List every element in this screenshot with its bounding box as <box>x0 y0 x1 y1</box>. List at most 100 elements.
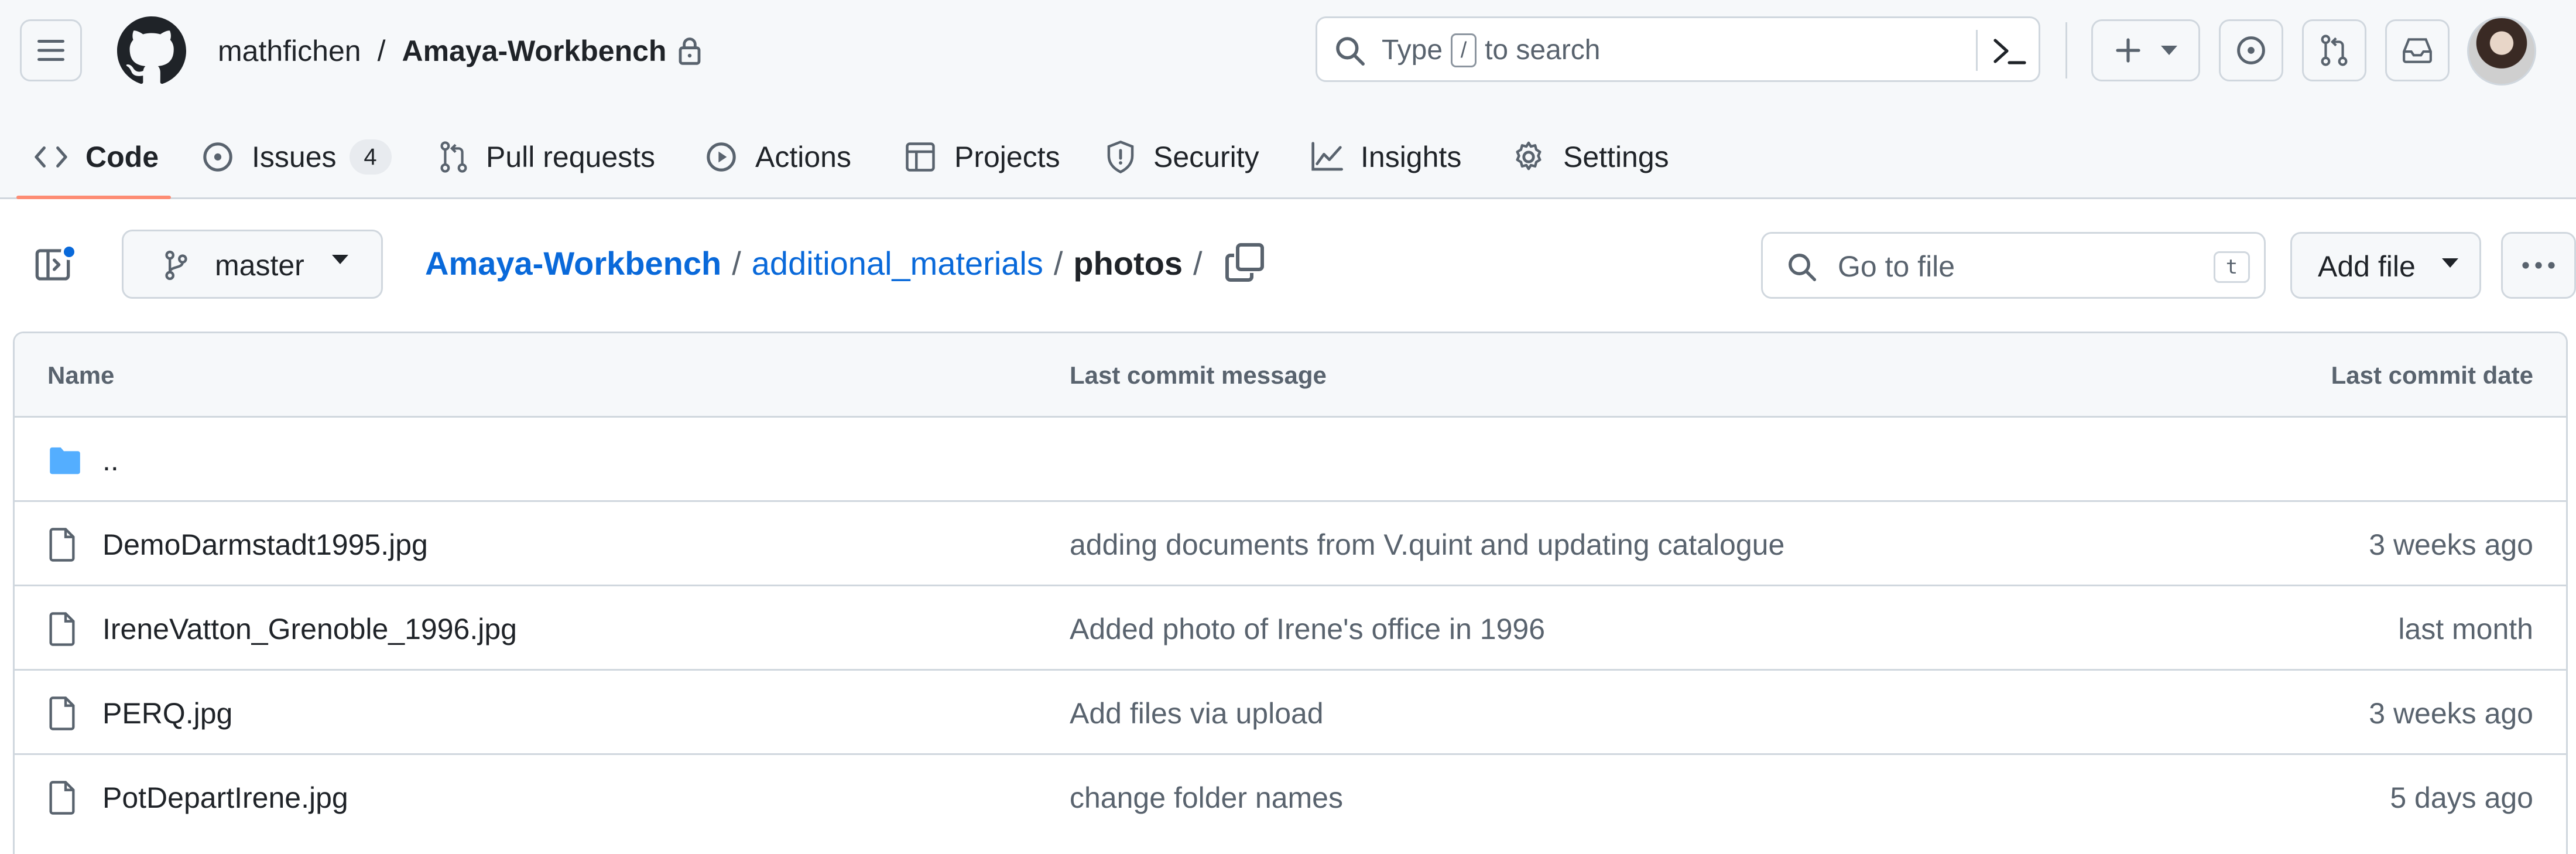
commit-date: last month <box>2398 613 2533 645</box>
kebab-icon <box>2522 262 2555 269</box>
tab-settings[interactable]: Settings <box>1512 115 1669 199</box>
tab-projects[interactable]: Projects <box>904 115 1060 199</box>
table-icon <box>906 142 935 172</box>
go-to-file-input[interactable]: Go to file t <box>1761 232 2266 299</box>
breadcrumb-current: photos <box>1073 245 1183 282</box>
go-to-file-placeholder: Go to file <box>1838 250 1955 283</box>
file-table: Name Last commit message Last commit dat… <box>13 332 2568 854</box>
commit-date: 3 weeks ago <box>2369 697 2533 730</box>
commit-message-link[interactable]: change folder names <box>1070 780 1343 816</box>
gear-icon <box>1516 141 1542 170</box>
folder-icon <box>50 447 80 474</box>
shield-icon <box>1107 140 1134 174</box>
table-row[interactable]: PotDepartIrene.jpg change folder names 5… <box>15 755 2566 839</box>
github-logo[interactable] <box>117 16 186 86</box>
table-header: Name Last commit message Last commit dat… <box>15 333 2566 418</box>
commit-date: 5 days ago <box>2390 781 2533 814</box>
header-divider <box>2065 22 2067 78</box>
commit-message-link[interactable]: Added photo of Irene's office in 1996 <box>1070 611 1545 647</box>
pull-requests-shortcut-button[interactable] <box>2302 19 2366 81</box>
tab-security-label: Security <box>1153 141 1259 173</box>
breadcrumb-separator: / <box>1053 245 1063 282</box>
table-row[interactable]: IreneVatton_Grenoble_1996.jpg Added phot… <box>15 586 2566 671</box>
hamburger-icon <box>37 40 64 61</box>
add-file-label: Add file <box>2318 250 2416 283</box>
terminal-icon[interactable] <box>1991 33 2028 69</box>
path-separator: / <box>377 35 386 67</box>
issues-shortcut-button[interactable] <box>2219 19 2283 81</box>
commit-date: 3 weeks ago <box>2369 528 2533 561</box>
repo-owner-link[interactable]: mathfichen <box>218 30 361 71</box>
file-icon <box>49 696 75 730</box>
tab-code[interactable]: Code <box>34 115 159 199</box>
inbox-button[interactable] <box>2385 19 2450 81</box>
tab-security[interactable]: Security <box>1105 115 1259 199</box>
copy-icon[interactable] <box>1224 241 1266 283</box>
tab-projects-label: Projects <box>954 141 1060 173</box>
file-icon <box>49 528 75 562</box>
branch-name: master <box>215 249 304 282</box>
breadcrumb-folder-link[interactable]: additional_materials <box>752 242 1043 285</box>
branch-selector-button[interactable]: master <box>122 230 383 299</box>
chevron-down-icon <box>2161 46 2177 55</box>
go-to-file-shortcut: t <box>2214 251 2250 283</box>
more-options-button[interactable] <box>2501 232 2576 299</box>
file-icon <box>49 781 75 815</box>
tab-pull-requests[interactable]: Pull requests <box>439 115 655 199</box>
search-icon <box>1789 254 1817 282</box>
table-row[interactable]: DemoDarmstadt1995.jpg adding documents f… <box>15 502 2566 586</box>
tab-issues-label: Issues <box>252 141 337 173</box>
commit-message-link[interactable]: adding documents from V.quint and updati… <box>1070 527 1784 563</box>
repo-name-link[interactable]: Amaya-Workbench <box>402 30 667 71</box>
search-placeholder: Type / to search <box>1382 31 1601 70</box>
breadcrumb-separator: / <box>732 245 741 282</box>
search-prefix: Type <box>1382 35 1443 66</box>
issue-icon <box>203 142 232 172</box>
issues-count-badge: 4 <box>349 139 392 175</box>
search-shortcut-key: / <box>1451 33 1477 67</box>
tab-actions-label: Actions <box>755 141 851 173</box>
chevron-down-icon <box>332 255 348 264</box>
global-search-input[interactable]: Type / to search <box>1316 16 2040 82</box>
tab-pull-requests-label: Pull requests <box>486 141 656 173</box>
tab-actions[interactable]: Actions <box>705 115 851 199</box>
breadcrumb-repo-link[interactable]: Amaya-Workbench <box>425 242 721 285</box>
tab-issues[interactable]: Issues 4 <box>201 115 392 199</box>
menu-button[interactable] <box>20 19 82 81</box>
inbox-icon <box>2403 38 2432 63</box>
pull-request-icon <box>2321 35 2348 66</box>
tab-code-label: Code <box>85 141 159 173</box>
file-icon <box>49 612 75 646</box>
breadcrumb: Amaya-Workbench / additional_materials /… <box>425 242 1213 285</box>
code-icon <box>35 146 67 168</box>
breadcrumb-trailing-separator: / <box>1193 245 1203 282</box>
file-name-link[interactable]: DemoDarmstadt1995.jpg <box>102 527 428 563</box>
lock-icon <box>679 37 701 65</box>
search-suffix: to search <box>1485 35 1601 66</box>
graph-icon <box>1311 142 1343 171</box>
search-divider <box>1976 30 1978 71</box>
global-header: mathfichen / Amaya-Workbench Type / to s… <box>0 0 2576 199</box>
column-header-message: Last commit message <box>1070 361 1327 389</box>
pull-request-icon <box>440 141 467 173</box>
notification-dot <box>61 244 77 260</box>
tab-settings-label: Settings <box>1563 141 1669 173</box>
tab-insights[interactable]: Insights <box>1310 115 1461 199</box>
file-name-link[interactable]: PERQ.jpg <box>102 695 232 732</box>
repo-path: mathfichen / Amaya-Workbench <box>218 30 703 71</box>
table-row[interactable]: PERQ.jpg Add files via upload 3 weeks ag… <box>15 671 2566 755</box>
branch-icon <box>165 250 187 281</box>
issue-icon <box>2237 36 2265 64</box>
user-avatar[interactable] <box>2467 16 2536 86</box>
parent-directory-row[interactable]: .. <box>15 418 2566 502</box>
file-name-link[interactable]: IreneVatton_Grenoble_1996.jpg <box>102 611 517 647</box>
play-icon <box>707 142 736 172</box>
plus-icon <box>2116 38 2140 63</box>
selected-tab-indicator <box>16 196 171 199</box>
parent-directory-link[interactable]: .. <box>102 442 119 479</box>
file-name-link[interactable]: PotDepartIrene.jpg <box>102 780 348 816</box>
add-file-button[interactable]: Add file <box>2290 232 2481 299</box>
create-new-button[interactable] <box>2091 19 2200 81</box>
search-icon <box>1336 37 1365 66</box>
commit-message-link[interactable]: Add files via upload <box>1070 695 1324 732</box>
